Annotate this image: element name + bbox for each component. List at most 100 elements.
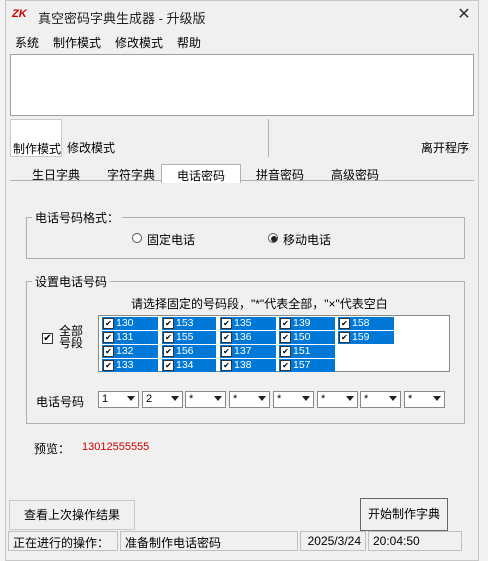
window-title: 真空密码字典生成器 - 升级版 [38, 11, 206, 26]
log-area [10, 54, 474, 116]
prefix-value: 132 [116, 345, 134, 357]
prefix-cell[interactable]: ✔ 136 [220, 331, 276, 344]
tab-advanced[interactable]: 高级密码 [327, 164, 383, 182]
chevron-down-icon[interactable] [302, 396, 310, 401]
exit-program-button[interactable]: 离开程序 [421, 139, 469, 156]
prefix-cell[interactable]: ✔ 150 [279, 331, 335, 344]
prefix-checkbox[interactable]: ✔ [221, 318, 232, 329]
status-label: 正在进行的操作： [8, 531, 118, 551]
prefix-cell[interactable]: ✔ 134 [162, 359, 216, 372]
prefix-checkbox[interactable]: ✔ [103, 346, 114, 357]
all-prefixes-checkbox[interactable]: ✔ [42, 333, 53, 344]
prefix-value: 159 [352, 331, 370, 343]
status-operation: 准备制作电话密码 [120, 531, 298, 551]
prefix-checkbox[interactable]: ✔ [339, 332, 350, 343]
prefix-checkbox[interactable]: ✔ [280, 346, 291, 357]
chevron-down-icon[interactable] [214, 396, 222, 401]
title-bar: ZK 真空密码字典生成器 - 升级版 ✕ [6, 1, 478, 31]
prefix-cell[interactable]: ✔ 151 [279, 345, 335, 358]
last-result-button[interactable]: 查看上次操作结果 [9, 500, 135, 530]
digit-select[interactable]: * [229, 391, 270, 408]
chevron-down-icon[interactable] [389, 396, 397, 401]
prefix-checkbox[interactable]: ✔ [103, 360, 114, 371]
close-icon[interactable]: ✕ [454, 5, 474, 25]
menu-make-mode[interactable]: 制作模式 [53, 34, 101, 51]
prefix-cell[interactable]: ✔ 155 [162, 331, 216, 344]
digit-select[interactable]: * [185, 391, 226, 408]
prefix-checkbox[interactable]: ✔ [221, 346, 232, 357]
digit-select[interactable]: 1 [98, 391, 139, 408]
prefix-cell[interactable]: ✔ 159 [338, 331, 394, 344]
prefix-value: 137 [234, 345, 252, 357]
prefix-checkbox[interactable]: ✔ [221, 360, 232, 371]
digit-select[interactable]: * [317, 391, 358, 408]
prefix-checkbox[interactable]: ✔ [280, 332, 291, 343]
prefix-checkbox[interactable]: ✔ [280, 318, 291, 329]
start-button[interactable]: 开始制作字典 [360, 498, 448, 531]
app-logo-icon: ZK [12, 8, 27, 20]
prefix-value: 134 [176, 359, 194, 371]
prefix-checkbox[interactable]: ✔ [163, 346, 174, 357]
prefix-checkbox[interactable]: ✔ [103, 318, 114, 329]
tab-pinyin[interactable]: 拼音密码 [252, 164, 308, 182]
digit-value: * [321, 393, 326, 405]
prefix-checkbox[interactable]: ✔ [103, 332, 114, 343]
prefix-cell[interactable]: ✔ 138 [220, 359, 276, 372]
prefix-cell[interactable]: ✔ 139 [279, 317, 335, 330]
digit-select[interactable]: * [404, 391, 445, 408]
chevron-down-icon[interactable] [127, 396, 135, 401]
prefix-cell[interactable]: ✔ 156 [162, 345, 216, 358]
prefix-cell[interactable]: ✔ 131 [102, 331, 158, 344]
prefix-cell[interactable]: ✔ 132 [102, 345, 158, 358]
prefix-checkbox[interactable]: ✔ [280, 360, 291, 371]
chevron-down-icon[interactable] [433, 396, 441, 401]
prefix-cell[interactable]: ✔ 153 [162, 317, 216, 330]
prefix-checkbox[interactable]: ✔ [163, 318, 174, 329]
menu-system[interactable]: 系统 [15, 34, 39, 51]
tab-character[interactable]: 字符字典 [103, 164, 159, 182]
menu-edit-mode[interactable]: 修改模式 [115, 34, 163, 51]
prefix-cell[interactable]: ✔ 158 [338, 317, 394, 330]
prefix-cell[interactable]: ✔ 135 [220, 317, 276, 330]
prefix-value: 157 [293, 359, 311, 371]
status-date: 2025/3/24 [300, 531, 366, 551]
prefix-cell[interactable]: ✔ 157 [279, 359, 335, 372]
prefix-value: 158 [352, 317, 370, 329]
radio-landline-label[interactable]: 固定电话 [147, 231, 195, 248]
settings-hint: 请选择固定的号码段，"*"代表全部，"×"代表空白 [131, 297, 388, 311]
prefix-value: 131 [116, 331, 134, 343]
radio-mobile-label[interactable]: 移动电话 [283, 231, 331, 248]
phone-format-label: 电话号码格式： [32, 209, 123, 226]
status-bar: 正在进行的操作： 准备制作电话密码 2025/3/24 20:04:50 [6, 529, 478, 553]
menu-help[interactable]: 帮助 [177, 34, 201, 51]
radio-mobile[interactable] [268, 233, 278, 243]
digit-select[interactable]: * [273, 391, 314, 408]
edit-mode-toolbar-button[interactable]: 修改模式 [67, 139, 115, 156]
prefix-cell[interactable]: ✔ 130 [102, 317, 158, 330]
prefix-value: 150 [293, 331, 311, 343]
prefix-value: 151 [293, 345, 311, 357]
chevron-down-icon[interactable] [258, 396, 266, 401]
prefix-value: 139 [293, 317, 311, 329]
prefix-checkbox[interactable]: ✔ [339, 318, 350, 329]
digit-value: * [364, 393, 369, 405]
make-mode-toolbar-button[interactable]: 制作模式 [10, 119, 62, 157]
prefix-value: 138 [234, 359, 252, 371]
prefix-checkbox[interactable]: ✔ [221, 332, 232, 343]
prefix-checkbox[interactable]: ✔ [163, 360, 174, 371]
prefix-cell[interactable]: ✔ 137 [220, 345, 276, 358]
chevron-down-icon[interactable] [346, 396, 354, 401]
make-mode-label: 制作模式 [13, 142, 62, 156]
toolbar-divider [268, 119, 269, 157]
digit-value: 2 [146, 393, 153, 405]
tab-phone[interactable]: 电话密码 [161, 164, 241, 183]
digit-select[interactable]: 2 [142, 391, 183, 408]
tab-birthday[interactable]: 生日字典 [28, 164, 84, 182]
digit-select[interactable]: * [360, 391, 401, 408]
prefix-value: 133 [116, 359, 134, 371]
prefix-checkbox[interactable]: ✔ [163, 332, 174, 343]
chevron-down-icon[interactable] [171, 396, 179, 401]
prefix-value: 130 [116, 317, 134, 329]
radio-landline[interactable] [132, 233, 142, 243]
prefix-cell[interactable]: ✔ 133 [102, 359, 158, 372]
